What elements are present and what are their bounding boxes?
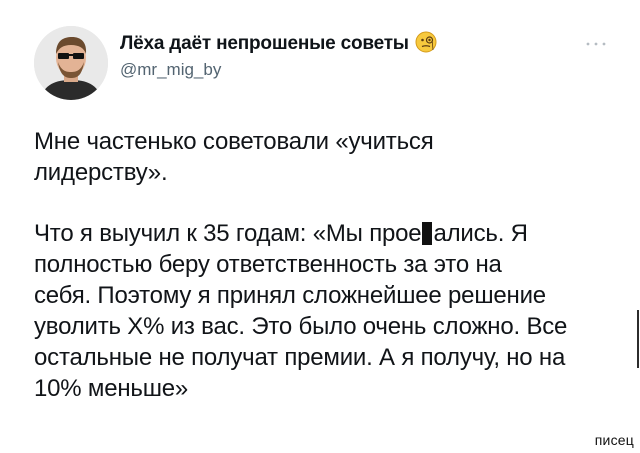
tweet-text: Мне частенько советовали «учиться лидерс…: [34, 126, 604, 404]
tweet-header: Лёха даёт непрошеные советы @mr_mig_by: [120, 31, 437, 81]
tweet-paragraph-1: Мне частенько советовали «учиться лидерс…: [34, 128, 434, 186]
tweet-paragraph-2-start: Что я выучил к 35 годам: «Мы прое: [34, 220, 422, 247]
watermark: писец: [594, 432, 634, 448]
tweet-card: Лёха даёт непрошеные советы @mr_mig_by М…: [0, 0, 640, 453]
tweet-paragraph-2-rest: ались. Я полностью беру ответственность …: [34, 220, 568, 402]
more-dots-icon[interactable]: [584, 36, 608, 46]
author-display-name[interactable]: Лёха даёт непрошеные советы: [120, 32, 409, 56]
tweet-paragraph-2: Что я выучил к 35 годам: «Мы прое ались. …: [34, 218, 604, 404]
scroll-edge: [637, 310, 639, 368]
face-with-monocle-icon: [415, 31, 437, 53]
author-handle[interactable]: @mr_mig_by: [120, 59, 437, 81]
redaction-bar: [422, 222, 433, 245]
avatar[interactable]: [34, 26, 108, 100]
